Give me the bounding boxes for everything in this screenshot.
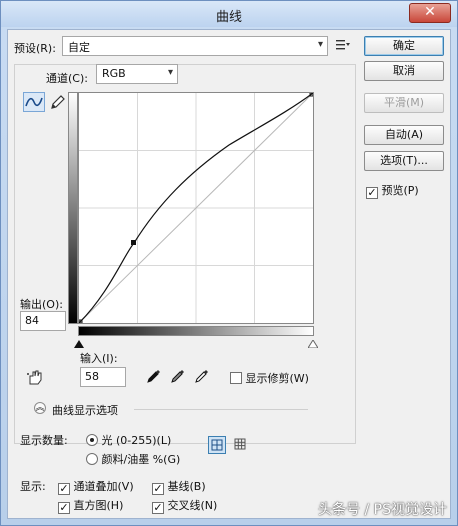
chevron-down-icon: ▾ [317,39,323,50]
preview-checkbox[interactable]: ✓ 预览(P) [366,182,419,199]
grid-10x10-icon [234,438,246,450]
preview-check-icon: ✓ [366,186,378,199]
collapse-options-icon[interactable]: ︽ [34,402,46,414]
pigment-radio-dot [86,453,98,465]
gray-point-eyedropper[interactable] [170,368,186,384]
input-field[interactable]: 58 [80,367,126,387]
curve-tool-icon [25,97,43,107]
show-clipping-check-icon [230,372,242,384]
channel-overlays-checkbox[interactable]: ✓ 通道叠加(V) [58,478,134,495]
light-radio-dot [86,434,98,446]
pencil-icon [51,95,65,109]
cancel-button[interactable]: 取消 [364,61,444,81]
section-divider [134,409,308,410]
intersection-line-check-icon: ✓ [152,501,164,514]
output-field[interactable]: 84 [20,311,66,331]
channel-overlays-check-icon: ✓ [58,482,70,495]
curve-point-tool[interactable] [23,92,45,112]
grid-4x4-icon [211,439,223,451]
channel-value: RGB [102,67,126,80]
curve-graph[interactable] [78,92,314,324]
intersection-line-label: 交叉线(N) [167,499,218,512]
preset-select[interactable]: 自定 ▾ [62,36,328,56]
channel-select[interactable]: RGB ▾ [96,64,178,84]
curve-display-options-title: 曲线显示选项 [52,404,118,417]
eyedropper-black-icon [147,370,160,383]
eyedropper-white-icon [195,370,208,383]
simple-grid-button[interactable] [208,436,226,454]
pencil-tool[interactable] [49,93,67,111]
preview-label: 预览(P) [381,184,419,197]
detailed-grid-button[interactable] [232,436,250,454]
ok-button[interactable]: 确定 [364,36,444,56]
show-clipping-checkbox[interactable]: 显示修剪(W) [230,370,309,386]
curves-dialog: 曲线 ✕ 预设(R): 自定 ▾ 确定 取消 平滑(M) 自动(A) 选项(T)… [0,0,458,526]
hand-icon [27,370,42,385]
black-point-eyedropper[interactable] [146,368,162,384]
show-label: 显示: [20,480,46,493]
histogram-label: 直方图(H) [73,499,124,512]
preset-label: 预设(R): [14,42,56,55]
white-point-slider[interactable] [307,338,319,349]
auto-button[interactable]: 自动(A) [364,125,444,145]
input-gradient-bar [78,326,314,336]
chevron-down-icon: ▾ [167,67,173,78]
close-button[interactable]: ✕ [409,3,451,23]
light-radio[interactable]: 光 (0-255)(L) [86,432,171,448]
smooth-button[interactable]: 平滑(M) [364,93,444,113]
preset-options-icon[interactable] [336,39,350,51]
baseline-label: 基线(B) [167,480,206,493]
pigment-radio-label: 颜料/油墨 %(G) [101,453,181,466]
dialog-body: 预设(R): 自定 ▾ 确定 取消 平滑(M) 自动(A) 选项(T)... ✓… [7,29,451,519]
baseline-check-icon: ✓ [152,482,164,495]
options-button[interactable]: 选项(T)... [364,151,444,171]
white-point-eyedropper[interactable] [194,368,210,384]
output-label: 输出(O): [20,298,63,311]
curve-control-point[interactable] [131,240,136,245]
intersection-line-checkbox[interactable]: ✓ 交叉线(N) [152,497,217,514]
input-label: 输入(I): [80,352,118,365]
title-bar[interactable]: 曲线 ✕ [1,1,457,27]
black-point-slider[interactable] [74,338,84,348]
eyedropper-gray-icon [171,370,184,383]
channel-label: 通道(C): [46,72,88,85]
preset-value: 自定 [68,41,90,54]
window-title: 曲线 [215,10,242,25]
histogram-check-icon: ✓ [58,501,70,514]
baseline-checkbox[interactable]: ✓ 基线(B) [152,478,206,495]
output-gradient-bar [68,92,78,324]
channel-overlays-label: 通道叠加(V) [73,480,134,493]
histogram-checkbox[interactable]: ✓ 直方图(H) [58,497,123,514]
light-radio-label: 光 (0-255)(L) [101,434,172,447]
watermark: 头条号 / PS视觉设计 [318,502,447,518]
show-amount-label: 显示数量: [20,434,68,447]
pigment-radio[interactable]: 颜料/油墨 %(G) [86,451,180,467]
on-image-adjust-tool[interactable] [26,368,46,386]
show-clipping-label: 显示修剪(W) [245,372,309,385]
